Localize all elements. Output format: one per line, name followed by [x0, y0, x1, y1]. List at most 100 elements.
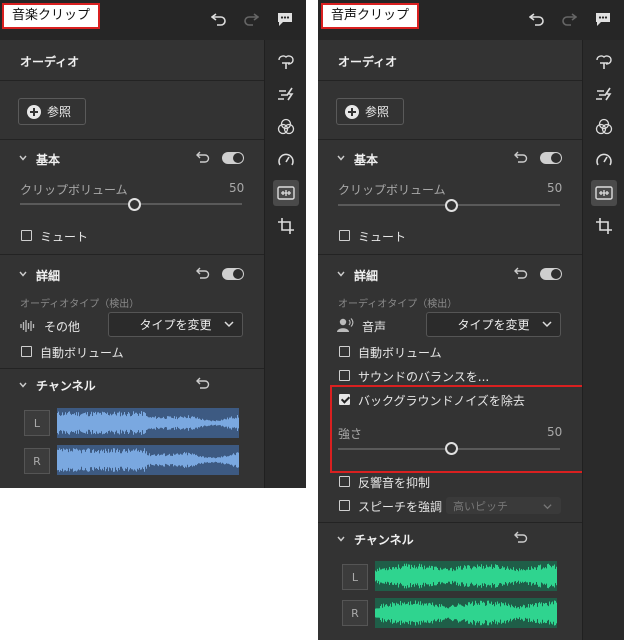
noise-removal-label: バックグラウンドノイズを除去 — [358, 394, 525, 408]
comment-icon[interactable] — [274, 8, 296, 30]
channel-right-label[interactable]: R — [24, 448, 50, 474]
divider — [318, 254, 582, 255]
divider — [0, 254, 264, 255]
divider — [0, 80, 264, 81]
panel-header: 音楽クリップ — [0, 0, 306, 40]
chevron-down-icon — [543, 504, 552, 510]
redo-icon[interactable] — [240, 8, 262, 30]
redo-icon[interactable] — [558, 8, 580, 30]
text-icon[interactable] — [591, 49, 617, 75]
strength-slider-thumb[interactable] — [445, 442, 458, 455]
chevron-down-icon[interactable] — [337, 535, 345, 543]
divider — [318, 80, 582, 81]
voice-clip-panel: 音声クリップ オーディオ 参照 基本 クリップボリューム 50 ミュート 詳細 — [318, 0, 624, 640]
volume-value: 50 — [229, 181, 245, 195]
clip-title: 音声クリップ — [321, 3, 420, 29]
basic-section-label: 基本 — [354, 153, 379, 167]
divider — [0, 139, 264, 140]
text-icon[interactable] — [273, 49, 299, 75]
change-type-dropdown[interactable]: タイプを変更 — [108, 312, 243, 337]
details-section-label: 詳細 — [36, 269, 61, 283]
details-section-label: 詳細 — [354, 269, 379, 283]
details-toggle[interactable] — [222, 268, 244, 280]
reset-icon[interactable] — [196, 151, 210, 163]
chevron-down-icon — [542, 321, 552, 328]
reverb-label: 反響音を抑制 — [358, 476, 431, 490]
channel-right-label[interactable]: R — [342, 600, 368, 626]
speaking-person-icon — [337, 318, 354, 332]
audio-type-label: オーディオタイプ（検出） — [338, 299, 458, 310]
browse-button[interactable]: 参照 — [18, 98, 86, 125]
tool-rail — [264, 40, 306, 488]
reset-icon[interactable] — [196, 377, 210, 389]
plus-circle-icon — [345, 104, 359, 119]
undo-icon[interactable] — [208, 8, 230, 30]
divider — [318, 139, 582, 140]
speed-lines-icon[interactable] — [273, 81, 299, 107]
noise-removal-checkbox[interactable] — [339, 394, 350, 405]
audio-icon[interactable] — [591, 180, 617, 206]
sound-balance-label: サウンドのバランスを... — [358, 370, 490, 384]
panel-header: 音声クリップ — [318, 0, 624, 40]
mute-checkbox[interactable] — [21, 230, 32, 241]
chevron-down-icon[interactable] — [337, 154, 345, 162]
right-channel-waveform — [375, 598, 557, 628]
auto-volume-checkbox[interactable] — [339, 346, 350, 357]
basic-toggle[interactable] — [222, 152, 244, 164]
gauge-icon[interactable] — [273, 147, 299, 173]
mute-checkbox[interactable] — [339, 230, 350, 241]
volume-label: クリップボリューム — [338, 183, 446, 197]
reset-icon[interactable] — [514, 531, 528, 543]
reset-icon[interactable] — [514, 151, 528, 163]
color-circles-icon[interactable] — [591, 114, 617, 140]
change-type-dropdown[interactable]: タイプを変更 — [426, 312, 561, 337]
speech-enhance-label: スピーチを強調 — [358, 500, 443, 514]
audio-type-value: 音声 — [362, 320, 387, 334]
comment-icon[interactable] — [592, 8, 614, 30]
chevron-down-icon[interactable] — [337, 270, 345, 278]
sound-balance-checkbox[interactable] — [339, 370, 350, 381]
pitch-dropdown[interactable]: 高いピッチ — [446, 497, 561, 514]
auto-volume-label: 自動ボリューム — [40, 346, 124, 360]
auto-volume-label: 自動ボリューム — [358, 346, 442, 360]
channel-left-label[interactable]: L — [24, 410, 50, 436]
crop-icon[interactable] — [591, 213, 617, 239]
undo-icon[interactable] — [526, 8, 548, 30]
chevron-down-icon[interactable] — [19, 270, 27, 278]
chevron-down-icon[interactable] — [19, 381, 27, 389]
volume-slider-thumb[interactable] — [445, 199, 458, 212]
divider — [0, 368, 264, 369]
left-channel-waveform — [375, 561, 557, 591]
reverb-checkbox[interactable] — [339, 476, 350, 487]
channels-section-label: チャンネル — [36, 379, 96, 393]
chevron-down-icon — [224, 321, 234, 328]
audio-icon[interactable] — [273, 180, 299, 206]
crop-icon[interactable] — [273, 213, 299, 239]
properties-content: オーディオ 参照 基本 クリップボリューム 50 ミュート 詳細 オーディオタイ… — [318, 40, 585, 640]
browse-button[interactable]: 参照 — [336, 98, 404, 125]
mute-label: ミュート — [358, 230, 407, 244]
strength-value: 50 — [547, 425, 563, 439]
volume-value: 50 — [547, 181, 563, 195]
section-title: オーディオ — [20, 55, 80, 69]
pitch-label: 高いピッチ — [453, 499, 508, 513]
volume-slider-thumb[interactable] — [128, 198, 141, 211]
gauge-icon[interactable] — [591, 147, 617, 173]
reset-icon[interactable] — [196, 267, 210, 279]
audio-type-label: オーディオタイプ（検出） — [20, 299, 140, 310]
strength-label: 強さ — [338, 427, 363, 441]
right-channel-waveform — [57, 445, 239, 475]
details-toggle[interactable] — [540, 268, 562, 280]
basic-section-label: 基本 — [36, 153, 61, 167]
channels-section-label: チャンネル — [354, 533, 414, 547]
speech-enhance-checkbox[interactable] — [339, 500, 350, 511]
auto-volume-checkbox[interactable] — [21, 346, 32, 357]
speed-lines-icon[interactable] — [591, 81, 617, 107]
browse-label: 参照 — [47, 105, 72, 119]
audio-type-value: その他 — [44, 320, 81, 334]
reset-icon[interactable] — [514, 267, 528, 279]
color-circles-icon[interactable] — [273, 114, 299, 140]
chevron-down-icon[interactable] — [19, 154, 27, 162]
basic-toggle[interactable] — [540, 152, 562, 164]
channel-left-label[interactable]: L — [342, 564, 368, 590]
